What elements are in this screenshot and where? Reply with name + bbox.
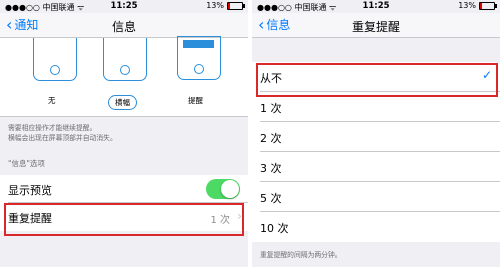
highlight-box: [256, 63, 498, 97]
option-5[interactable]: 5 次: [252, 182, 500, 212]
battery-icon: [479, 1, 497, 10]
status-bar: ●●●○○ 中国联通 ᯤ 11:25 13%: [0, 0, 248, 12]
battery-indicator: 13%: [458, 1, 497, 10]
left-screen: ●●●○○ 中国联通 ᯤ 11:25 13% ‹ 通知 信息 无 横幅 提醒 需…: [0, 0, 248, 267]
status-bar: ●●●○○ 中国联通 ᯤ 11:25 13%: [252, 0, 500, 12]
battery-percent: 13%: [206, 1, 224, 10]
alert-style-none[interactable]: [33, 38, 77, 81]
option-2[interactable]: 2 次: [252, 122, 500, 152]
home-button-icon: [50, 65, 60, 75]
alert-style-banner-label[interactable]: 横幅: [108, 95, 137, 110]
battery-icon: [227, 1, 245, 10]
option-label: 3 次: [260, 162, 282, 175]
note-line: 需要相应操作才能继续提醒。: [8, 124, 97, 132]
right-screen: ●●●○○ 中国联通 ᯤ 11:25 13% ‹ 信息 重复提醒 从不 ✓ 1 …: [252, 0, 500, 267]
page-title: 信息: [111, 20, 136, 34]
alert-style-note: 需要相应操作才能继续提醒。 横幅会出现在屏幕顶部并自动消失。: [8, 123, 117, 143]
nav-bar: ‹ 通知 信息: [0, 13, 248, 38]
show-preview-row: 显示预览: [0, 175, 248, 203]
battery-indicator: 13%: [206, 1, 245, 10]
battery-percent: 13%: [458, 1, 476, 10]
nav-bar: ‹ 信息 重复提醒: [252, 13, 500, 38]
alert-style-banner[interactable]: [103, 38, 147, 81]
interval-footer: 重复提醒的间隔为两分钟。: [260, 251, 342, 259]
show-preview-label: 显示预览: [8, 184, 52, 197]
alert-box-icon: [183, 40, 214, 48]
alert-style-none-label: 无: [48, 96, 56, 105]
toggle-knob: [221, 180, 239, 198]
option-label: 10 次: [260, 222, 289, 235]
option-label: 5 次: [260, 192, 282, 205]
alert-style-alert-label: 提醒: [188, 96, 203, 105]
home-button-icon: [120, 65, 130, 75]
highlight-box: [4, 203, 244, 236]
option-10[interactable]: 10 次: [252, 212, 500, 242]
section-header: "信息"选项: [8, 159, 45, 168]
alert-style-picker: 无 横幅 提醒: [0, 36, 248, 117]
page-title: 重复提醒: [351, 20, 400, 34]
option-label: 2 次: [260, 132, 282, 145]
alert-style-alert[interactable]: [177, 36, 221, 80]
option-label: 1 次: [260, 102, 282, 115]
home-button-icon: [194, 64, 204, 74]
show-preview-toggle[interactable]: [206, 179, 240, 199]
note-line: 横幅会出现在屏幕顶部并自动消失。: [8, 134, 117, 142]
option-3[interactable]: 3 次: [252, 152, 500, 182]
